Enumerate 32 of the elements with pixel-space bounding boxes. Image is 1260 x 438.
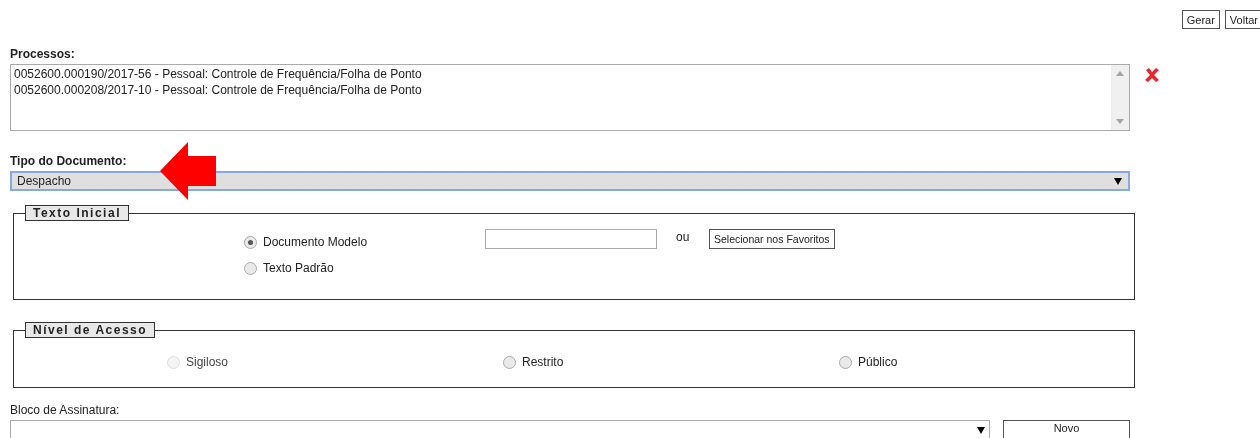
new-button[interactable]: Novo bbox=[1003, 420, 1130, 438]
back-button[interactable]: Voltar bbox=[1224, 10, 1260, 29]
field-label: Tipo do Documento: bbox=[10, 154, 128, 168]
fieldset-legend: Nível de Acesso bbox=[25, 322, 156, 338]
generate-button[interactable]: Gerar bbox=[1181, 10, 1220, 29]
caret-icon bbox=[1114, 177, 1122, 185]
pointer-arrow bbox=[160, 142, 216, 200]
list-item[interactable]: 0052600.000190/2017-56 - Pessoal: Controle de Frequência/Folha de Ponto bbox=[14, 66, 1108, 82]
radio-button[interactable] bbox=[503, 355, 516, 369]
remove-icon[interactable] bbox=[1144, 67, 1160, 83]
scroll-down-icon[interactable] bbox=[1116, 119, 1124, 124]
list-item[interactable]: 0052600.000208/2017-10 - Pessoal: Controle de Frequência/Folha de Ponto bbox=[14, 82, 1108, 98]
radio-label: Restrito bbox=[522, 355, 564, 369]
radio-label: Sigiloso bbox=[186, 355, 229, 369]
radio-label: Texto Padrão bbox=[263, 261, 334, 275]
radio-label: Público bbox=[858, 355, 898, 369]
caret-icon bbox=[977, 426, 985, 434]
process-listbox[interactable]: 0052600.000190/2017-56 - Pessoal: Controle de Frequência/Folha de Ponto 0052600.000208/2017-10 - Pessoal: Controle de Frequência/Folha de Ponto bbox=[10, 64, 1130, 131]
field-label: Processos: bbox=[10, 47, 76, 61]
radio-label: Documento Modelo bbox=[263, 235, 368, 249]
scrollbar[interactable] bbox=[1111, 65, 1129, 130]
separator-text: ou bbox=[676, 230, 691, 244]
document-type-select[interactable]: Despacho bbox=[10, 171, 1130, 191]
radio-button[interactable] bbox=[839, 355, 852, 369]
radio-button[interactable] bbox=[244, 235, 257, 249]
radio-button[interactable] bbox=[244, 261, 257, 275]
signature-block-select[interactable] bbox=[10, 420, 990, 438]
text-input[interactable] bbox=[485, 229, 657, 249]
fieldset-legend: Texto Inicial bbox=[25, 205, 129, 221]
scroll-up-icon[interactable] bbox=[1116, 71, 1124, 76]
field-label: Bloco de Assinatura: bbox=[10, 403, 121, 417]
favorites-button[interactable]: Selecionar nos Favoritos bbox=[709, 229, 835, 249]
